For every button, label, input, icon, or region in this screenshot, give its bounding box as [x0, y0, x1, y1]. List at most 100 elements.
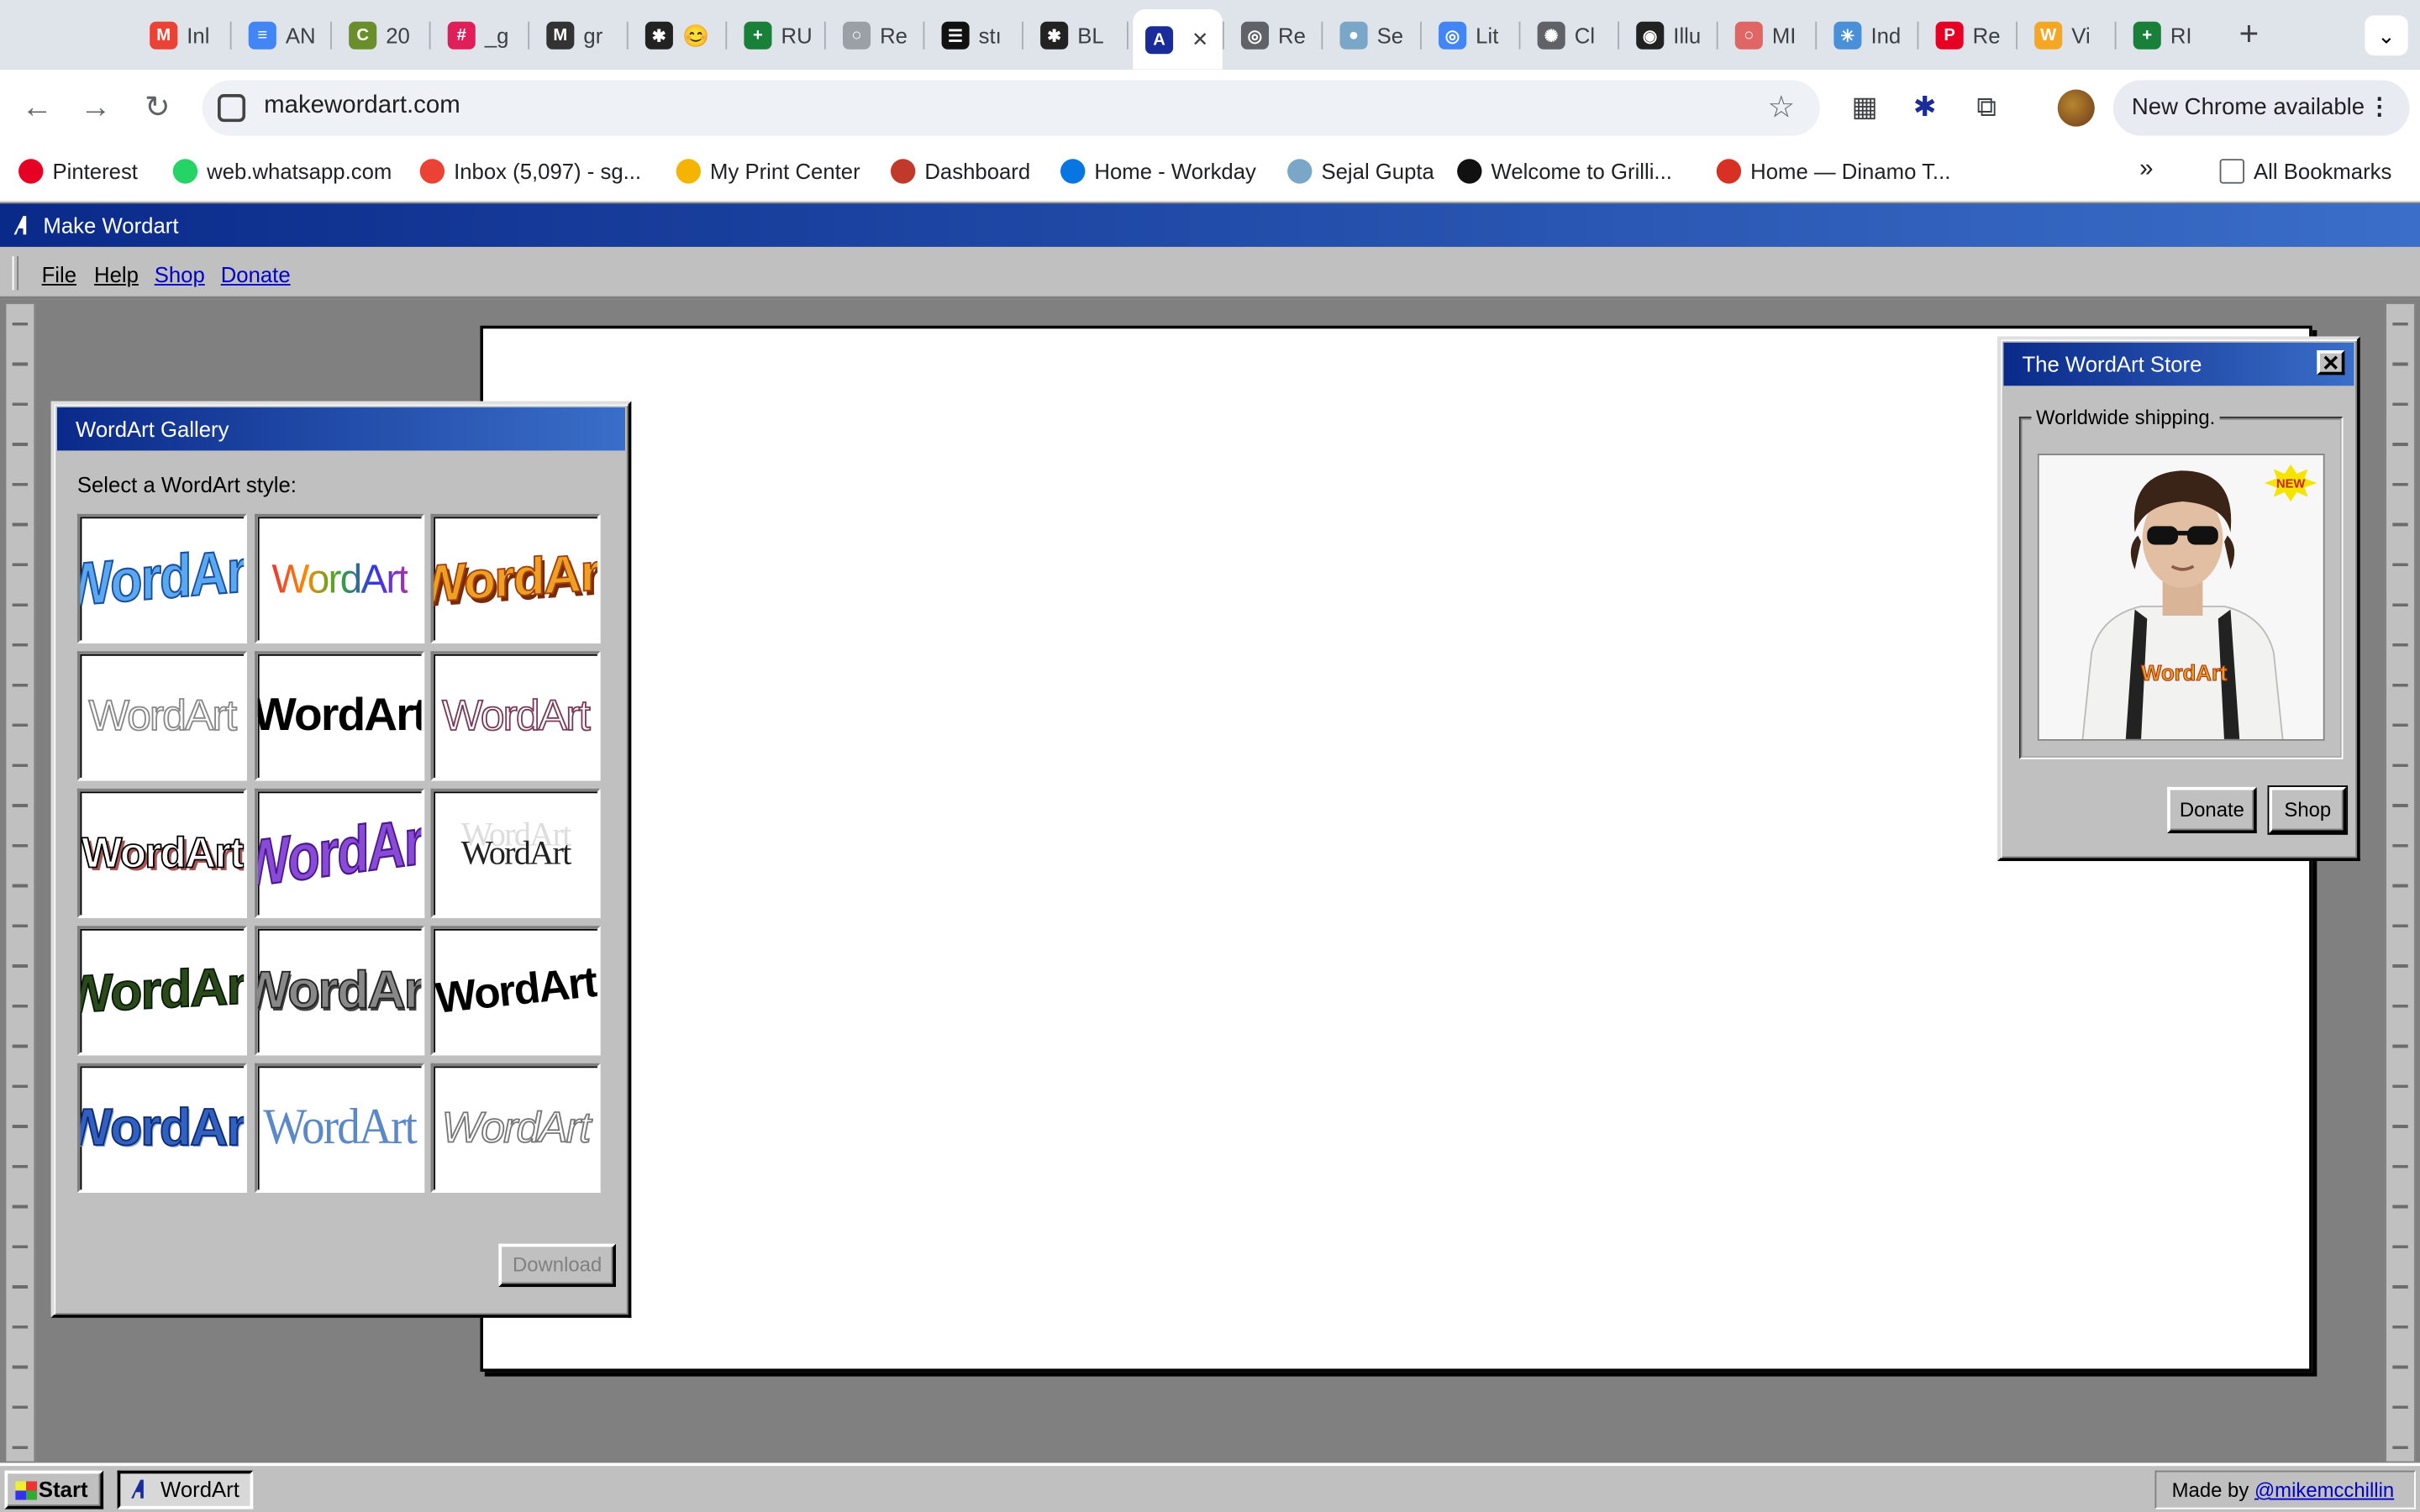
browser-tab[interactable]: ◎ Re [1228, 13, 1318, 59]
bookmark-star-icon[interactable]: ☆ [1767, 88, 1795, 127]
all-bookmarks[interactable]: All Bookmarks [2219, 159, 2392, 184]
close-tab-icon[interactable]: ✕ [1192, 27, 1208, 51]
wordart-style-tile[interactable]: WordArt [430, 513, 601, 644]
bookmark-item[interactable]: Inbox (5,097) - sg... [419, 159, 641, 184]
wordart-style-tile[interactable]: WordArt [76, 651, 247, 781]
wordart-style-tile[interactable]: WordArt [76, 1063, 247, 1194]
bookmark-favicon-icon [172, 159, 198, 184]
tab-search-button[interactable]: ⌄ [2365, 15, 2408, 56]
browser-tab[interactable]: Mgr [534, 13, 624, 59]
site-info-icon[interactable] [218, 94, 246, 123]
menu-donate[interactable]: Donate [221, 262, 291, 286]
bookmark-item[interactable]: Home — Dinamo T... [1716, 159, 1950, 184]
tab-favicon-icon: ◉ [1636, 21, 1665, 50]
forward-icon[interactable]: → [76, 88, 116, 129]
store-shop-button[interactable]: Shop [2267, 785, 2349, 835]
profile-avatar[interactable] [2057, 89, 2095, 127]
new-chrome-available-button[interactable]: New Chrome available ⋮ [2112, 80, 2410, 136]
tab-label: Illu [1673, 23, 1702, 48]
new-tab-button[interactable]: + [2232, 13, 2265, 55]
browser-tab[interactable]: ✳ Ind [1822, 13, 1912, 59]
taskbar-wordart-item[interactable]: WordArt [117, 1470, 254, 1509]
tab-separator [1716, 21, 1718, 50]
wordart-style-tile[interactable]: WordArt [255, 651, 425, 781]
tab-label: Cl [1574, 23, 1596, 48]
tab-favicon-icon: ✱ [1040, 21, 1069, 50]
taskbar-item-label: WordArt [160, 1477, 239, 1502]
tab-separator [330, 21, 332, 50]
bookmark-item[interactable]: Pinterest [18, 159, 138, 184]
close-icon[interactable]: ✕ [2317, 349, 2345, 375]
bookmark-label: Home - Workday [1094, 159, 1256, 184]
browser-tab[interactable]: ✺ Cl [1525, 13, 1615, 59]
wordart-style-tile[interactable]: WordArt [430, 926, 601, 1056]
tab-separator [1022, 21, 1023, 50]
browser-tab[interactable]: + RI [2121, 13, 2211, 59]
tab-label: Ind [1870, 23, 1902, 48]
right-scrollbar[interactable] [2385, 302, 2416, 1463]
browser-tab[interactable]: ☰ stı [929, 13, 1019, 59]
browser-tab[interactable]: W Vi [2022, 13, 2112, 59]
tab-label: Lit [1476, 23, 1499, 48]
wordart-style-tile[interactable]: WordArt [255, 1063, 425, 1194]
more-bookmarks-icon[interactable]: » [2139, 156, 2153, 184]
bookmark-item[interactable]: Home - Workday [1060, 159, 1256, 184]
wordart-style-tile[interactable]: WordArt [430, 651, 601, 781]
extensions-puzzle-icon[interactable]: ⧉ [1968, 88, 2005, 125]
url-text: makewordart.com [264, 92, 460, 119]
browser-tab[interactable]: + RU [732, 13, 822, 59]
app-title-bar: Make Wordart [0, 203, 2420, 247]
made-by-credit: Made by @mikemcchillin [2154, 1470, 2416, 1509]
wordart-style-tile[interactable]: WordArt [255, 513, 425, 644]
left-scrollbar[interactable] [4, 302, 36, 1463]
tab-favicon-icon: ○ [1734, 21, 1763, 50]
browser-tab[interactable]: ○ Re [830, 13, 920, 59]
extension-icon[interactable]: ✱ [1907, 88, 1944, 125]
wordart-style-tile[interactable]: WordArt [76, 788, 247, 919]
browser-tab[interactable]: ◉ Illu [1624, 13, 1714, 59]
taskbar: Start WordArt Made by @mikemcchillin [0, 1462, 2420, 1512]
wordart-style-tile[interactable]: WordArt [430, 788, 601, 919]
browser-tab[interactable]: A ✕ [1133, 9, 1223, 70]
tab-label: Re [1972, 23, 2001, 48]
browser-tab[interactable]: ≡ AN [236, 13, 326, 59]
tab-separator [725, 21, 728, 50]
browser-tab[interactable]: ✱ BL [1028, 13, 1118, 59]
bookmark-item[interactable]: My Print Center [676, 159, 860, 184]
bookmark-item[interactable]: Sejal Gupta [1287, 159, 1434, 184]
tshirt-product-image[interactable]: WordArt NEW [2037, 454, 2325, 741]
bookmark-item[interactable]: Dashboard [890, 159, 1030, 184]
browser-tab[interactable]: ○ MI [1723, 13, 1812, 59]
wordart-style-tile[interactable]: WordArt [255, 788, 425, 919]
reload-icon[interactable]: ↻ [137, 88, 177, 129]
wordart-style-tile[interactable]: WordArt [76, 926, 247, 1056]
bookmark-favicon-icon [676, 159, 701, 184]
all-bookmarks-label: All Bookmarks [2254, 159, 2392, 184]
grid-extension-icon[interactable]: ▦ [1846, 88, 1883, 125]
wordart-style-preview: WordArt [81, 828, 244, 878]
more-menu-icon[interactable]: ⋮ [2368, 81, 2391, 136]
start-button[interactable]: Start [4, 1470, 104, 1509]
download-button[interactable]: Download [498, 1243, 616, 1288]
author-link[interactable]: @mikemcchillin [2254, 1478, 2394, 1502]
browser-tab[interactable]: ● Se [1328, 13, 1418, 59]
tab-favicon-icon: ✺ [1537, 21, 1565, 50]
browser-tab[interactable]: C 20 [336, 13, 426, 59]
back-icon[interactable]: ← [17, 88, 57, 129]
browser-tab[interactable]: ◎ Lit [1426, 13, 1516, 59]
wordart-style-tile[interactable]: WordArt [255, 926, 425, 1056]
browser-tab[interactable]: # _g [435, 13, 525, 59]
store-donate-button[interactable]: Donate [2167, 786, 2257, 833]
menu-file[interactable]: File [42, 262, 76, 286]
browser-tab[interactable]: P Re [1923, 13, 2013, 59]
wordart-style-tile[interactable]: WordArt [76, 513, 247, 644]
bookmark-item[interactable]: Welcome to Grilli... [1457, 159, 1672, 184]
tab-favicon-icon: ◎ [1439, 21, 1467, 50]
wordart-style-tile[interactable]: WordArt [430, 1063, 601, 1194]
browser-tab[interactable]: M Inl [137, 13, 227, 59]
menu-help[interactable]: Help [94, 262, 139, 286]
bookmark-item[interactable]: web.whatsapp.com [172, 159, 392, 184]
address-bar[interactable]: makewordart.com ☆ [202, 80, 1820, 136]
menu-shop[interactable]: Shop [155, 262, 205, 286]
browser-tab[interactable]: ✱ 😊 [633, 13, 723, 59]
